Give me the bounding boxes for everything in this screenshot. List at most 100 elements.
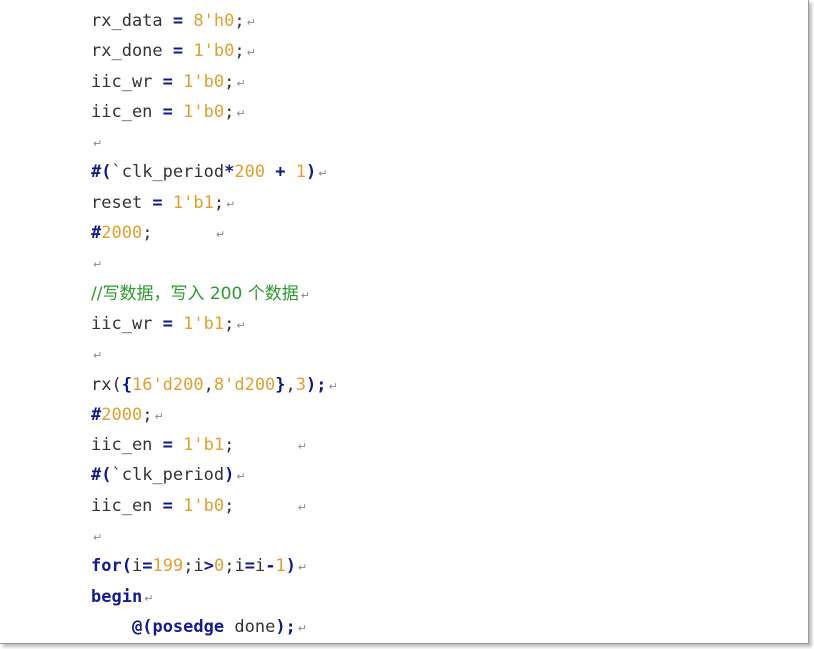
code-token: ; [224, 101, 235, 122]
code-token: iic_en [91, 101, 163, 122]
code-token: 1'b1 [183, 313, 225, 334]
paragraph-mark-icon: ↵ [144, 591, 154, 605]
code-token: 1'b1 [183, 435, 225, 456]
code-token: > [203, 556, 214, 577]
code-token: ; [213, 192, 225, 213]
code-block: rx_data = 8'h0; ↵ rx_done = 1'b0; ↵ iic_wr =… [91, 6, 338, 642]
code-token: * [224, 162, 235, 183]
code-token: ; [224, 556, 235, 577]
paragraph-mark-icon: ↵ [297, 500, 307, 514]
code-token: iic_wr [91, 71, 163, 92]
paragraph-mark-icon: ↵ [93, 137, 103, 151]
code-token: 8'd200 [213, 374, 276, 395]
code-line: iic_wr = 1'b1; ↵ [91, 309, 338, 339]
code-token: = [162, 71, 173, 92]
paragraph-mark-icon: ↵ [236, 76, 246, 90]
code-token: 199 [152, 556, 184, 577]
document-page: rx_data = 8'h0; ↵ rx_done = 1'b0; ↵ iic_wr =… [0, 0, 809, 644]
paragraph-mark-icon: ↵ [297, 561, 308, 575]
paragraph-mark-icon: ↵ [297, 621, 308, 635]
code-token: iic_en [91, 495, 163, 516]
code-token: = [142, 556, 153, 577]
trailing-space [234, 435, 295, 455]
code-line: @(posedge done); ↵ [91, 612, 338, 642]
code-token: `clk_period [111, 162, 225, 183]
code-token: rx_done [91, 41, 173, 62]
code-line: iic_en = 1'b1; ↵ [91, 430, 338, 460]
code-token: i [254, 556, 266, 577]
code-token: #( [91, 162, 112, 183]
code-token: 0 [213, 556, 225, 577]
code-line: rx_done = 1'b0; ↵ [91, 36, 338, 66]
code-token: 1'b0 [183, 101, 225, 122]
code-line: #2000; ↵ [91, 218, 338, 248]
code-token: rx( [91, 374, 122, 395]
code-token: `clk_period [111, 465, 225, 486]
code-token: } [275, 374, 286, 395]
code-token: iic_en [91, 435, 163, 456]
code-token: i [234, 556, 245, 577]
code-line: for(i=199;i>0;i=i-1) ↵ [91, 551, 338, 581]
code-token: 3 [295, 374, 307, 395]
code-token: for [91, 556, 122, 577]
code-token: = [152, 192, 163, 213]
paragraph-mark-icon: ↵ [236, 106, 246, 120]
code-token: ; [142, 223, 153, 244]
code-token: = [162, 495, 173, 516]
code-token: reset [91, 192, 153, 213]
paragraph-mark-icon: ↵ [93, 349, 103, 363]
paragraph-mark-icon: ↵ [246, 16, 256, 29]
code-token: ); [306, 374, 327, 395]
code-token: { [121, 374, 132, 395]
code-token: ; [224, 495, 235, 516]
code-token: 1'b0 [183, 71, 225, 92]
code-token: 200 [234, 162, 266, 183]
code-token: # [91, 223, 102, 244]
code-line: ↵ [91, 339, 338, 369]
paragraph-mark-icon: ↵ [246, 46, 256, 60]
code-token: ; [234, 41, 245, 62]
code-line: #(`clk_period) ↵ [91, 460, 338, 490]
code-line: iic_en = 1'b0; ↵ [91, 97, 338, 127]
paragraph-mark-icon: ↵ [215, 228, 226, 242]
code-token: i [193, 556, 204, 577]
trailing-space [152, 223, 213, 243]
code-line: ↵ [91, 521, 338, 551]
code-line: //写数据，写入 200 个数据 ↵ [91, 279, 338, 309]
code-token: ) [306, 162, 317, 183]
code-token: i [131, 556, 143, 577]
code-token: 8'h0 [193, 11, 235, 31]
code-line: reset = 1'b1; ↵ [91, 188, 338, 218]
code-token: = [162, 313, 173, 334]
code-line: iic_en = 1'b0; ↵ [91, 491, 338, 521]
code-line: #(`clk_period*200 + 1) ↵ [91, 157, 338, 187]
code-line: rx({16'd200,8'd200},3); ↵ [91, 370, 338, 400]
code-token: 1'b0 [193, 41, 235, 62]
paragraph-mark-icon: ↵ [297, 440, 307, 454]
code-token: + [275, 162, 286, 183]
code-token: @ [131, 616, 143, 637]
code-line: rx_data = 8'h0; ↵ [91, 6, 338, 36]
code-line: begin ↵ [91, 582, 338, 612]
code-token: 1'b0 [183, 495, 225, 516]
paragraph-mark-icon: ↵ [93, 531, 103, 545]
code-line: #2000; ↵ [91, 400, 338, 430]
paragraph-mark-icon: ↵ [226, 197, 236, 211]
code-token: #( [91, 465, 112, 486]
paragraph-mark-icon: ↵ [236, 318, 246, 332]
code-token: = [172, 41, 184, 62]
code-token: , [203, 374, 214, 395]
code-token: ) [285, 556, 296, 577]
code-token: rx_data [91, 11, 173, 31]
code-token: - [265, 556, 276, 577]
paragraph-mark-icon: ↵ [236, 470, 246, 484]
code-token: posedge [152, 616, 225, 637]
